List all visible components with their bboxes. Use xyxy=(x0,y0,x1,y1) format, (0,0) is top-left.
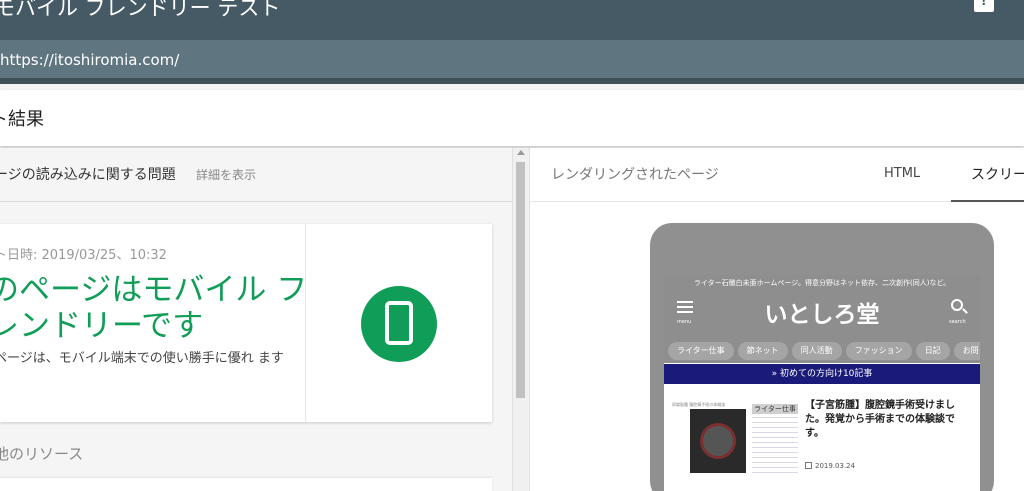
calendar-icon xyxy=(805,462,812,469)
rendered-page-header: レンダリングされたページ HTML スクリー xyxy=(530,148,1024,202)
phone-screen: ライター石黴白未亜ホームページ。得意分野はネット依存、二次創作(同人)など。 m… xyxy=(664,275,980,491)
card-divider xyxy=(305,224,306,422)
category-chip[interactable]: ライター仕事 xyxy=(668,342,734,360)
feedback-icon[interactable] xyxy=(974,0,994,12)
category-chip[interactable]: お問 xyxy=(953,342,980,360)
search-icon[interactable] xyxy=(951,299,963,311)
mobile-friendly-badge xyxy=(361,286,437,362)
article-title[interactable]: 【子宮筋腫】腹腔鏡手術受けました。発覚から手術までの体験談です。 xyxy=(805,399,973,441)
thumbnail-text-lines xyxy=(752,417,798,477)
search-label: search xyxy=(949,319,966,325)
page-loading-issues-label: ージの読み込みに関する問題 xyxy=(0,167,176,183)
category-row: ライター仕事 節ネット 同人活動 ファッション 日記 お問 xyxy=(668,338,980,360)
site-name: いとしろ堂 xyxy=(764,302,880,328)
article-thumbnail xyxy=(690,409,746,473)
rendered-page-label: レンダリングされたページ xyxy=(551,167,719,183)
scrollbar-thumb[interactable] xyxy=(516,162,525,398)
results-header: ト結果 xyxy=(0,90,1024,146)
tested-url[interactable]: https://itoshiromia.com/ xyxy=(0,51,179,69)
results-title: ト結果 xyxy=(0,109,44,130)
article-date: 2019.03.24 xyxy=(805,462,855,470)
result-description: ページは、モバイル端末での使い勝手に優れ ます xyxy=(0,351,284,366)
category-chip[interactable]: 節ネット xyxy=(737,342,788,360)
other-resources-heading: 他のリソース xyxy=(0,445,84,463)
category-chip[interactable]: 同人活動 xyxy=(791,342,842,360)
title-bar: モバイル フレンドリー テスト xyxy=(0,0,1024,40)
beginner-articles-banner[interactable]: » 初めての方向け10記事 xyxy=(664,364,980,384)
article-category-tag: ライター仕事 xyxy=(752,404,798,414)
left-pane-scrollbar[interactable] xyxy=(512,148,528,491)
right-pane: レンダリングされたページ HTML スクリー ライター石黴白未亜ホームページ。得… xyxy=(529,148,1024,491)
resources-card xyxy=(0,478,492,491)
smartphone-icon xyxy=(385,301,413,345)
scroll-up-arrow-icon[interactable] xyxy=(517,150,525,155)
result-card: ト日時: 2019/03/25、10:32 のページはモバイル フレンドリーです… xyxy=(0,224,492,422)
phone-preview-frame: ライター石黴白未亜ホームページ。得意分野はネット依存、二次創作(同人)など。 m… xyxy=(650,223,994,491)
site-header: ライター石黴白未亜ホームページ。得意分野はネット依存、二次創作(同人)など。 m… xyxy=(664,275,980,363)
category-chip[interactable]: 日記 xyxy=(915,342,950,360)
article-date-text: 2019.03.24 xyxy=(815,462,856,470)
left-pane: ージの読み込みに関する問題 詳細を表示 ト日時: 2019/03/25、10:3… xyxy=(0,148,512,491)
result-heading: のページはモバイル フレンドリーです xyxy=(0,272,308,344)
tab-html[interactable]: HTML xyxy=(884,166,920,181)
category-chip[interactable]: ファッション xyxy=(845,342,912,360)
view-details-link[interactable]: 詳細を表示 xyxy=(196,166,256,183)
test-date: ト日時: 2019/03/25、10:32 xyxy=(0,248,167,263)
page-loading-issues-bar: ージの読み込みに関する問題 詳細を表示 xyxy=(0,148,512,202)
site-tagline: ライター石黴白未亜ホームページ。得意分野はネット依存、二次創作(同人)など。 xyxy=(693,279,951,287)
url-bar: https://itoshiromia.com/ xyxy=(0,40,1024,84)
app-title: モバイル フレンドリー テスト xyxy=(0,0,281,20)
active-tab-indicator xyxy=(951,200,1024,202)
article-item[interactable]: 卵巣脳腫 腹腔鏡手術の体験談 ライター仕事 【子宮筋腫】腹腔鏡手術受けました。発… xyxy=(664,391,980,491)
tab-screenshot[interactable]: スクリー xyxy=(971,164,1024,184)
thumbnail-caption: 卵巣脳腫 腹腔鏡手術の体験談 xyxy=(672,402,726,407)
